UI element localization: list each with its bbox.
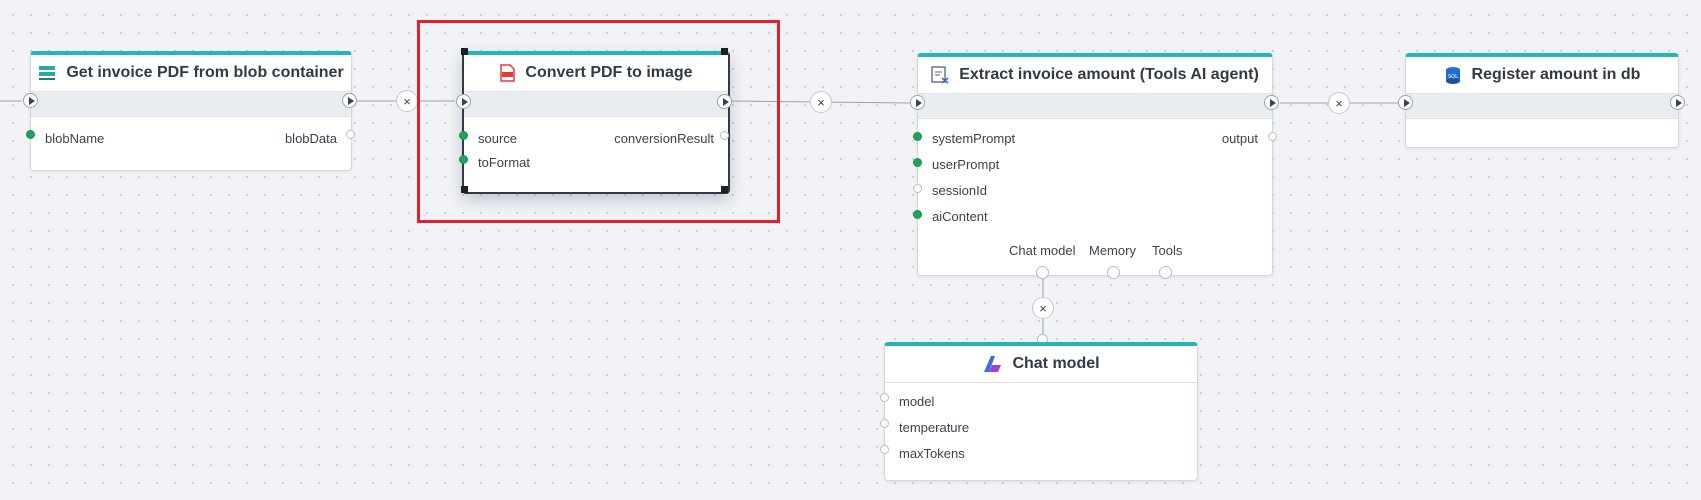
flow-input-pin[interactable] (910, 95, 925, 110)
node-chat-model[interactable]: Chat model model temperature maxTokens (884, 342, 1198, 481)
input-pin-blobName[interactable] (26, 130, 35, 139)
input-port-label: toFormat (478, 155, 531, 170)
blob-storage-icon (38, 65, 56, 81)
node-title: Register amount in db (1471, 66, 1641, 83)
input-port-label: maxTokens (899, 446, 965, 461)
input-pin-sessionId[interactable] (913, 184, 922, 193)
remove-edge-button[interactable]: × (1032, 297, 1054, 319)
node-title: Chat model (1012, 355, 1100, 372)
remove-edge-button[interactable]: × (396, 90, 418, 112)
input-pin-aiContent[interactable] (913, 210, 922, 219)
node-header: Chat model (885, 346, 1197, 383)
output-pin-blobData[interactable] (346, 130, 355, 139)
input-port-label: temperature (899, 420, 970, 435)
input-port-label: model (899, 394, 935, 409)
remove-edge-button[interactable]: × (1328, 92, 1350, 114)
node-title: Extract invoice amount (Tools AI agent) (959, 66, 1259, 83)
output-pin-conversionResult[interactable] (720, 131, 729, 140)
input-pin-model[interactable] (880, 393, 889, 402)
input-port-label: userPrompt (932, 157, 1000, 172)
flow-output-pin[interactable] (717, 94, 732, 109)
chat-model-port-label: Chat model (1009, 243, 1076, 258)
input-pin-toFormat[interactable] (459, 155, 468, 164)
svg-text:SQL: SQL (1448, 74, 1458, 80)
azure-openai-icon (982, 355, 1002, 373)
tools-connector[interactable] (1159, 266, 1172, 279)
node-header: Get invoice PDF from blob container (31, 55, 351, 92)
flow-input-pin[interactable] (456, 94, 471, 109)
flow-bar (31, 92, 351, 117)
tools-port-label: Tools (1152, 243, 1183, 258)
input-pin-maxTokens[interactable] (880, 445, 889, 454)
resize-handle[interactable] (461, 186, 468, 193)
node-header: Convert PDF to image (464, 55, 728, 92)
flow-output-pin[interactable] (342, 93, 357, 108)
resize-handle[interactable] (721, 186, 728, 193)
flow-output-pin[interactable] (1670, 95, 1685, 110)
output-port-label: conversionResult (614, 131, 714, 146)
node-extract-invoice-amount[interactable]: Extract invoice amount (Tools AI agent) … (917, 53, 1273, 276)
flow-bar (1406, 94, 1678, 119)
input-pin-source[interactable] (459, 131, 468, 140)
input-port-label: aiContent (932, 209, 988, 224)
output-port-label: blobData (284, 131, 337, 146)
resize-handle[interactable] (461, 48, 468, 55)
node-title: Convert PDF to image (525, 64, 693, 81)
flow-bar (918, 94, 1272, 119)
input-pin-systemPrompt[interactable] (913, 132, 922, 141)
ai-agent-icon (931, 66, 949, 84)
remove-edge-button[interactable]: × (810, 91, 832, 113)
input-port-label: sessionId (932, 183, 987, 198)
flow-output-pin[interactable] (1264, 95, 1279, 110)
flow-bar (464, 92, 728, 117)
output-port-label: output (1221, 131, 1258, 146)
resize-handle[interactable] (721, 48, 728, 55)
node-title: Get invoice PDF from blob container (66, 64, 344, 81)
input-port-label: source (478, 131, 518, 146)
chat-model-connector[interactable] (1036, 266, 1049, 279)
node-register-amount[interactable]: SQL Register amount in db (1405, 53, 1679, 148)
node-convert-pdf[interactable]: Convert PDF to image source toFormat con… (462, 51, 730, 194)
memory-connector[interactable] (1107, 266, 1120, 279)
flow-input-pin[interactable] (1398, 95, 1413, 110)
output-pin-output[interactable] (1268, 132, 1277, 141)
memory-port-label: Memory (1089, 243, 1136, 258)
pdf-icon (499, 64, 516, 82)
input-port-label: blobName (45, 131, 105, 146)
node-get-invoice-pdf[interactable]: Get invoice PDF from blob container blob… (30, 51, 352, 171)
input-pin-userPrompt[interactable] (913, 158, 922, 167)
node-header: Extract invoice amount (Tools AI agent) (918, 57, 1272, 94)
input-pin-temperature[interactable] (880, 419, 889, 428)
input-port-label: systemPrompt (932, 131, 1016, 146)
node-header: SQL Register amount in db (1406, 57, 1678, 94)
sql-database-icon: SQL (1444, 66, 1462, 84)
flow-input-pin[interactable] (23, 93, 38, 108)
